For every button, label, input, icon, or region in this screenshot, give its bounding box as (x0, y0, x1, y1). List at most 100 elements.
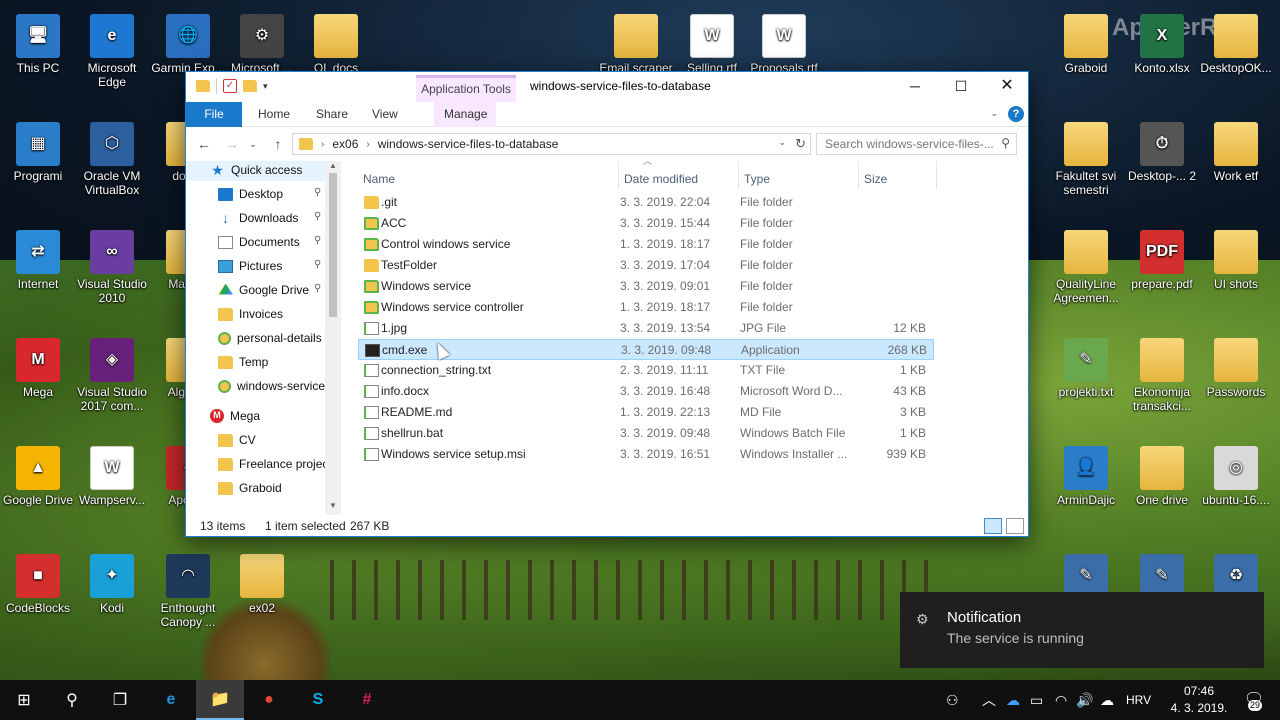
nav-item-documents[interactable]: Documents (218, 231, 300, 253)
scroll-down-icon[interactable]: ▼ (329, 501, 337, 510)
notification-toast[interactable]: ⚙ Notification The service is running (900, 592, 1264, 668)
column-divider[interactable] (738, 161, 739, 189)
wifi-icon[interactable]: ◠ (1055, 680, 1067, 720)
desktop-icon-item[interactable]: Fakultet svi semestri (1048, 116, 1124, 197)
column-header-name[interactable]: Name (363, 168, 395, 190)
desktop-icon-item[interactable]: ∞ Visual Studio 2010 (74, 224, 150, 305)
expand-ribbon-icon[interactable]: ⌄ (990, 108, 998, 119)
desktop-icon-item[interactable]: One drive (1124, 440, 1200, 507)
search-icon[interactable]: ⚲ (48, 680, 96, 720)
column-divider[interactable] (858, 161, 859, 189)
pin-icon[interactable]: ⚲ (314, 283, 321, 294)
taskbar-slack-icon[interactable]: # (343, 680, 391, 720)
address-dropdown-icon[interactable]: ⌄ (778, 137, 786, 148)
nav-item-temp[interactable]: Temp (218, 351, 268, 373)
file-row[interactable]: Windows service 3. 3. 2019. 09:01 File fol… (358, 276, 934, 297)
tab-home[interactable]: Home (248, 102, 300, 127)
language-indicator[interactable]: HRV (1126, 680, 1151, 720)
file-row[interactable]: .git 3. 3. 2019. 22:04 File folder (358, 192, 934, 213)
desktop-icon-item[interactable]: QualityLine Agreemen... (1048, 224, 1124, 305)
desktop-icon-item[interactable]: ⚙ Microsoft ... (224, 8, 300, 75)
desktop-icon-item[interactable]: ✎ projekti.txt (1048, 332, 1124, 399)
forward-button[interactable]: → (222, 134, 242, 154)
nav-item-mega-folder[interactable]: CV (218, 429, 256, 451)
chevron-right-icon[interactable]: › (366, 139, 369, 150)
desktop-icon-item[interactable]: W Proposals.rtf (746, 8, 822, 75)
nav-scrollbar-thumb[interactable] (329, 173, 337, 317)
search-input[interactable]: Search windows-service-files-... ⚲ (816, 133, 1017, 155)
pin-icon[interactable]: ⚲ (314, 187, 321, 198)
desktop-icon-item[interactable]: W Selling.rtf (674, 8, 750, 75)
nav-item-google-drive[interactable]: Google Drive (218, 279, 309, 301)
desktop-icon-item[interactable]: UI shots (1198, 224, 1274, 291)
file-row[interactable]: ACC 3. 3. 2019. 15:44 File folder (358, 213, 934, 234)
onedrive-icon[interactable]: ☁ (1006, 680, 1020, 720)
close-button[interactable]: ✕ (984, 72, 1030, 102)
pin-icon[interactable]: ⚲ (314, 259, 321, 270)
desktop-icon-item[interactable]: Work etf (1198, 116, 1274, 183)
tab-view[interactable]: View (362, 102, 408, 127)
customize-toolbar-dropdown[interactable]: ▾ (263, 81, 268, 92)
up-button[interactable]: ↑ (268, 134, 288, 154)
column-divider[interactable] (618, 161, 619, 189)
taskbar-skype-icon[interactable]: S (294, 680, 342, 720)
scroll-up-icon[interactable]: ▲ (329, 161, 337, 170)
column-header-date[interactable]: Date modified (624, 168, 698, 190)
desktop-icon-item[interactable]: Ekonomija transakci... (1124, 332, 1200, 413)
clock[interactable]: 07:46 4. 3. 2019. (1166, 683, 1232, 717)
title-bar[interactable]: ✓ ▾ Application Tools windows-service-fi… (186, 72, 1028, 102)
taskbar-chrome-icon[interactable]: ● (245, 680, 293, 720)
desktop-icon-item[interactable]: e Microsoft Edge (74, 8, 150, 89)
taskbar-edge-icon[interactable]: e (147, 680, 195, 720)
minimize-button[interactable]: ─ (892, 72, 938, 102)
desktop-icon-item[interactable]: OL docs (298, 8, 374, 75)
desktop-icon-item[interactable]: M Mega (0, 332, 76, 399)
desktop-icon-item[interactable]: ⏱ Desktop-... 2 (1124, 116, 1200, 183)
desktop-icon-item[interactable]: 🌐 Garmin Exp... (150, 8, 226, 75)
tab-share[interactable]: Share (306, 102, 358, 127)
desktop-icon-item[interactable]: ◈ Visual Studio 2017 com... (74, 332, 150, 413)
file-row[interactable]: Windows service setup.msi 3. 3. 2019. 16:… (358, 444, 934, 465)
details-view-button[interactable] (984, 518, 1002, 534)
desktop-icon-item[interactable]: ◎ ubuntu-16.... (1198, 440, 1274, 507)
nav-item-downloads[interactable]: ↓ Downloads (218, 207, 298, 229)
desktop-icon-item[interactable]: PDF prepare.pdf (1124, 224, 1200, 291)
file-row[interactable]: Control windows service 1. 3. 2019. 18:17… (358, 234, 934, 255)
file-row[interactable]: TestFolder 3. 3. 2019. 17:04 File folder (358, 255, 934, 276)
explorer-window[interactable]: ✓ ▾ Application Tools windows-service-fi… (185, 71, 1029, 537)
desktop-icon-item[interactable]: ▲ Google Drive (0, 440, 76, 507)
help-icon[interactable]: ? (1008, 106, 1024, 122)
cloud-upload-icon[interactable]: ☁ (1100, 680, 1114, 720)
desktop-icon-item[interactable]: X Konto.xlsx (1124, 8, 1200, 75)
nav-quick-access[interactable]: ★ Quick access (186, 161, 325, 181)
battery-icon[interactable]: ▭ (1030, 680, 1043, 720)
large-icons-view-button[interactable] (1006, 518, 1024, 534)
desktop-icon-item[interactable]: ex02 (224, 548, 300, 615)
back-button[interactable]: ← (194, 134, 214, 154)
taskbar-file-explorer-icon[interactable]: 📁 (196, 680, 244, 720)
column-header-type[interactable]: Type (744, 168, 770, 190)
tab-file[interactable]: File (186, 102, 242, 127)
desktop-icon-item[interactable]: ⬡ Oracle VM VirtualBox (74, 116, 150, 197)
file-row[interactable]: 1.jpg 3. 3. 2019. 13:54 JPG File 12 KB (358, 318, 934, 339)
pin-icon[interactable]: ⚲ (314, 235, 321, 246)
start-button[interactable]: ⊞ (0, 680, 48, 720)
nav-item-personal-details[interactable]: personal-details (218, 327, 322, 349)
desktop-icon-item[interactable]: Graboid (1048, 8, 1124, 75)
tab-manage[interactable]: Manage (434, 102, 496, 127)
desktop-icon-item[interactable]: 👤 ArminDajic (1048, 440, 1124, 507)
desktop-icon-item[interactable]: ■ CodeBlocks (0, 548, 76, 615)
maximize-button[interactable]: ☐ (938, 72, 984, 102)
chevron-right-icon[interactable]: › (321, 139, 324, 150)
file-row[interactable]: README.md 1. 3. 2019. 22:13 MD File 3 KB (358, 402, 934, 423)
desktop-icon-item[interactable]: Email scraper (598, 8, 674, 75)
desktop-icon-item[interactable]: ◠ Enthought Canopy ... (150, 548, 226, 629)
nav-item-mega-folder[interactable]: Freelance projec (218, 453, 328, 475)
desktop-icon-item[interactable]: ⇄ Internet (0, 224, 76, 291)
show-hidden-icons-icon[interactable]: ︿ (982, 680, 996, 720)
nav-item-invoices[interactable]: Invoices (218, 303, 283, 325)
nav-item-desktop[interactable]: Desktop (218, 183, 283, 205)
desktop-icon-item[interactable]: ✦ Kodi (74, 548, 150, 615)
nav-item-windows-service[interactable]: windows-service (218, 375, 325, 397)
properties-icon[interactable]: ✓ (223, 79, 237, 93)
